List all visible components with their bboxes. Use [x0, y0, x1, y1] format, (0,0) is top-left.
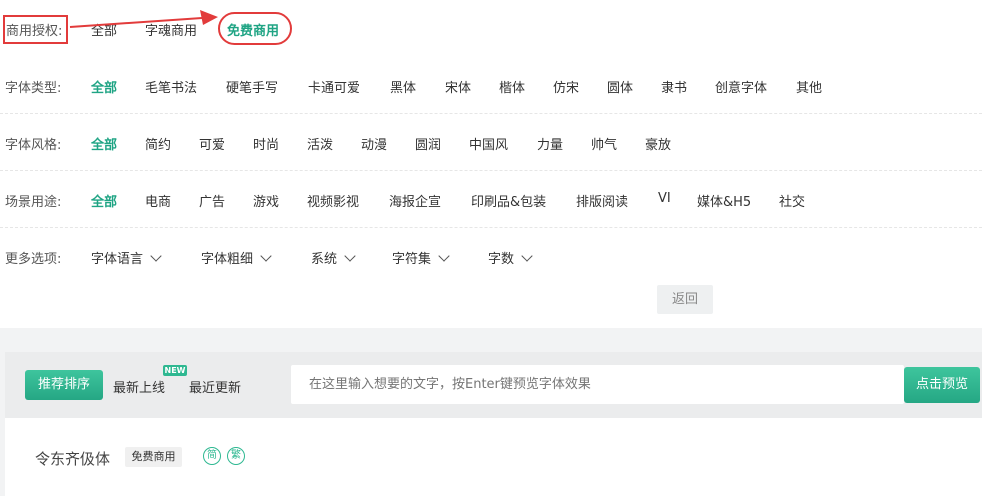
style-option-fashion[interactable]: 时尚 — [253, 134, 279, 153]
dropdown-system[interactable]: 系统 — [311, 248, 356, 267]
license-option-free[interactable]: 免费商用 — [227, 20, 279, 39]
type-option-round[interactable]: 圆体 — [607, 77, 633, 96]
type-option-kai[interactable]: 楷体 — [499, 77, 525, 96]
license-label: 商用授权: — [6, 24, 63, 39]
type-option-song[interactable]: 宋体 — [445, 77, 471, 96]
divider — [0, 227, 982, 228]
dropdown-weight[interactable]: 字体粗细 — [201, 248, 272, 267]
license-tag: 免费商用 — [125, 447, 182, 467]
chevron-down-icon — [438, 250, 450, 262]
dropdown-system-label: 系统 — [311, 252, 338, 267]
scene-option-vi[interactable]: VI — [658, 191, 671, 206]
style-label: 字体风格: — [5, 138, 62, 153]
style-option-rounded[interactable]: 圆润 — [415, 134, 441, 153]
type-option-other[interactable]: 其他 — [796, 77, 822, 96]
scene-option-all[interactable]: 全部 — [91, 191, 117, 210]
scene-option-media[interactable]: 媒体&H5 — [697, 191, 751, 210]
sort-newest-button[interactable]: 最新上线 — [113, 377, 165, 396]
dropdown-count-label: 字数 — [488, 252, 515, 267]
dropdown-charset-label: 字符集 — [392, 252, 432, 267]
chevron-down-icon — [260, 250, 272, 262]
preview-text-input[interactable] — [291, 365, 904, 404]
annotation-arrow — [69, 10, 218, 28]
scene-option-poster[interactable]: 海报企宣 — [389, 191, 441, 210]
scene-option-print[interactable]: 印刷品&包装 — [471, 191, 546, 210]
back-button[interactable]: 返回 — [657, 285, 713, 314]
dropdown-language-label: 字体语言 — [91, 252, 144, 267]
style-option-all[interactable]: 全部 — [91, 134, 117, 153]
type-option-creative[interactable]: 创意字体 — [715, 77, 767, 96]
style-option-cool[interactable]: 帅气 — [591, 134, 617, 153]
more-label: 更多选项: — [5, 252, 62, 267]
chevron-down-icon — [150, 250, 162, 262]
simplified-icon: 简 — [203, 447, 221, 465]
sort-recommended-button[interactable]: 推荐排序 — [25, 370, 103, 400]
scene-label: 场景用途: — [5, 195, 62, 210]
style-option-simple[interactable]: 简约 — [145, 134, 171, 153]
chevron-down-icon — [521, 250, 533, 262]
divider — [0, 113, 982, 114]
type-option-pen[interactable]: 硬笔手写 — [226, 77, 278, 96]
style-option-chinese[interactable]: 中国风 — [469, 134, 508, 153]
style-option-anime[interactable]: 动漫 — [361, 134, 387, 153]
dropdown-weight-label: 字体粗细 — [201, 252, 254, 267]
style-option-bold[interactable]: 豪放 — [645, 134, 671, 153]
scene-option-video[interactable]: 视频影视 — [307, 191, 359, 210]
type-option-fangsong[interactable]: 仿宋 — [553, 77, 579, 96]
type-option-cartoon[interactable]: 卡通可爱 — [308, 77, 360, 96]
scene-option-game[interactable]: 游戏 — [253, 191, 279, 210]
scene-option-social[interactable]: 社交 — [779, 191, 805, 210]
type-option-all[interactable]: 全部 — [91, 77, 117, 96]
dropdown-count[interactable]: 字数 — [488, 248, 533, 267]
sort-recent-button[interactable]: 最近更新 — [189, 377, 241, 396]
scene-option-reading[interactable]: 排版阅读 — [576, 191, 628, 210]
preview-text-box — [291, 365, 904, 404]
divider — [0, 170, 982, 171]
scene-option-ecommerce[interactable]: 电商 — [145, 191, 171, 210]
dropdown-charset[interactable]: 字符集 — [392, 248, 450, 267]
style-option-lively[interactable]: 活泼 — [307, 134, 333, 153]
style-option-power[interactable]: 力量 — [537, 134, 563, 153]
type-label: 字体类型: — [5, 81, 62, 96]
type-option-hei[interactable]: 黑体 — [390, 77, 416, 96]
font-name[interactable]: 令东齐伋体 — [35, 448, 110, 469]
scene-option-ad[interactable]: 广告 — [199, 191, 225, 210]
new-badge: NEW — [163, 365, 187, 376]
dropdown-language[interactable]: 字体语言 — [91, 248, 162, 267]
preview-button[interactable]: 点击预览 — [904, 367, 980, 403]
type-option-brush[interactable]: 毛笔书法 — [145, 77, 197, 96]
chevron-down-icon — [344, 250, 356, 262]
traditional-icon: 繁 — [227, 447, 245, 465]
style-option-cute[interactable]: 可爱 — [199, 134, 225, 153]
type-option-li[interactable]: 隶书 — [661, 77, 687, 96]
